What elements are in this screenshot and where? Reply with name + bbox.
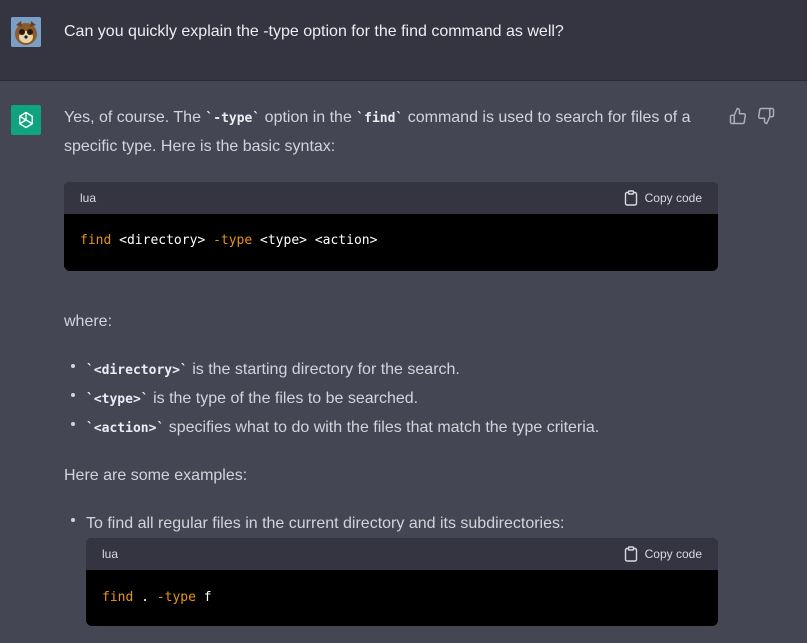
code-block-example: lua Copy code find . -type f bbox=[86, 538, 718, 626]
code-header: lua Copy code bbox=[64, 182, 718, 214]
user-message-row: Can you quickly explain the -type option… bbox=[0, 0, 807, 81]
code-content: find <directory> -type <type> <action> bbox=[64, 214, 718, 270]
examples-list: To find all regular files in the current… bbox=[64, 510, 718, 538]
code-token-action: <action> bbox=[314, 233, 378, 248]
inline-code-find: `find` bbox=[356, 111, 404, 126]
example-text: To find all regular files in the current… bbox=[86, 515, 565, 532]
inline-code-directory: `<directory>` bbox=[86, 363, 188, 378]
code-token-type-flag: -type bbox=[156, 590, 196, 605]
code-header: lua Copy code bbox=[86, 538, 718, 570]
inline-code-type: `-type` bbox=[205, 111, 261, 126]
list-item: `<directory>` is the starting directory … bbox=[64, 356, 718, 385]
copy-code-label: Copy code bbox=[644, 191, 702, 205]
user-message-text: Can you quickly explain the -type option… bbox=[64, 23, 564, 40]
code-token-dot: . bbox=[133, 590, 157, 605]
code-token-directory: <directory> bbox=[111, 233, 214, 248]
code-token-type-flag: -type bbox=[213, 233, 253, 248]
openai-logo-icon bbox=[11, 105, 41, 135]
code-language-label: lua bbox=[80, 191, 97, 205]
copy-code-label: Copy code bbox=[644, 547, 702, 561]
inline-code-type-param: `<type>` bbox=[86, 392, 149, 407]
user-avatar bbox=[11, 17, 41, 47]
where-label: where: bbox=[64, 313, 113, 330]
bullet-text: specifies what to do with the files that… bbox=[164, 419, 600, 436]
code-token-find: find bbox=[80, 233, 112, 248]
code-token-type: <type> bbox=[252, 233, 315, 248]
copy-code-button[interactable]: Copy code bbox=[624, 546, 702, 562]
intro-text-2: option in the bbox=[260, 109, 357, 126]
bullet-text: is the starting directory for the search… bbox=[187, 361, 460, 378]
copy-code-button[interactable]: Copy code bbox=[624, 190, 702, 206]
clipboard-icon bbox=[624, 546, 637, 562]
thumbs-down-icon[interactable] bbox=[757, 107, 775, 125]
examples-label: Here are some examples: bbox=[64, 467, 248, 484]
feedback-buttons bbox=[729, 107, 775, 125]
assistant-message-content: Yes, of course. The `-type` option in th… bbox=[64, 105, 718, 626]
parameter-list: `<directory>` is the starting directory … bbox=[64, 356, 718, 443]
code-token-f: f bbox=[195, 590, 212, 605]
bullet-text: is the type of the files to be searched. bbox=[148, 390, 419, 407]
code-token-find: find bbox=[102, 590, 134, 605]
code-language-label: lua bbox=[102, 547, 119, 561]
user-avatar-image bbox=[11, 17, 41, 47]
list-item: `<type>` is the type of the files to be … bbox=[64, 385, 718, 414]
assistant-message-row: Yes, of course. The `-type` option in th… bbox=[0, 81, 807, 643]
inline-code-action: `<action>` bbox=[86, 421, 165, 436]
clipboard-icon bbox=[624, 190, 637, 206]
list-item: To find all regular files in the current… bbox=[64, 510, 718, 538]
intro-text-1: Yes, of course. The bbox=[64, 109, 206, 126]
list-item: `<action>` specifies what to do with the… bbox=[64, 414, 718, 443]
intro-paragraph: Yes, of course. The `-type` option in th… bbox=[64, 104, 718, 161]
code-content: find . -type f bbox=[86, 570, 718, 626]
thumbs-up-icon[interactable] bbox=[729, 107, 747, 125]
code-block-syntax: lua Copy code find <directory> -type <ty… bbox=[64, 182, 718, 271]
